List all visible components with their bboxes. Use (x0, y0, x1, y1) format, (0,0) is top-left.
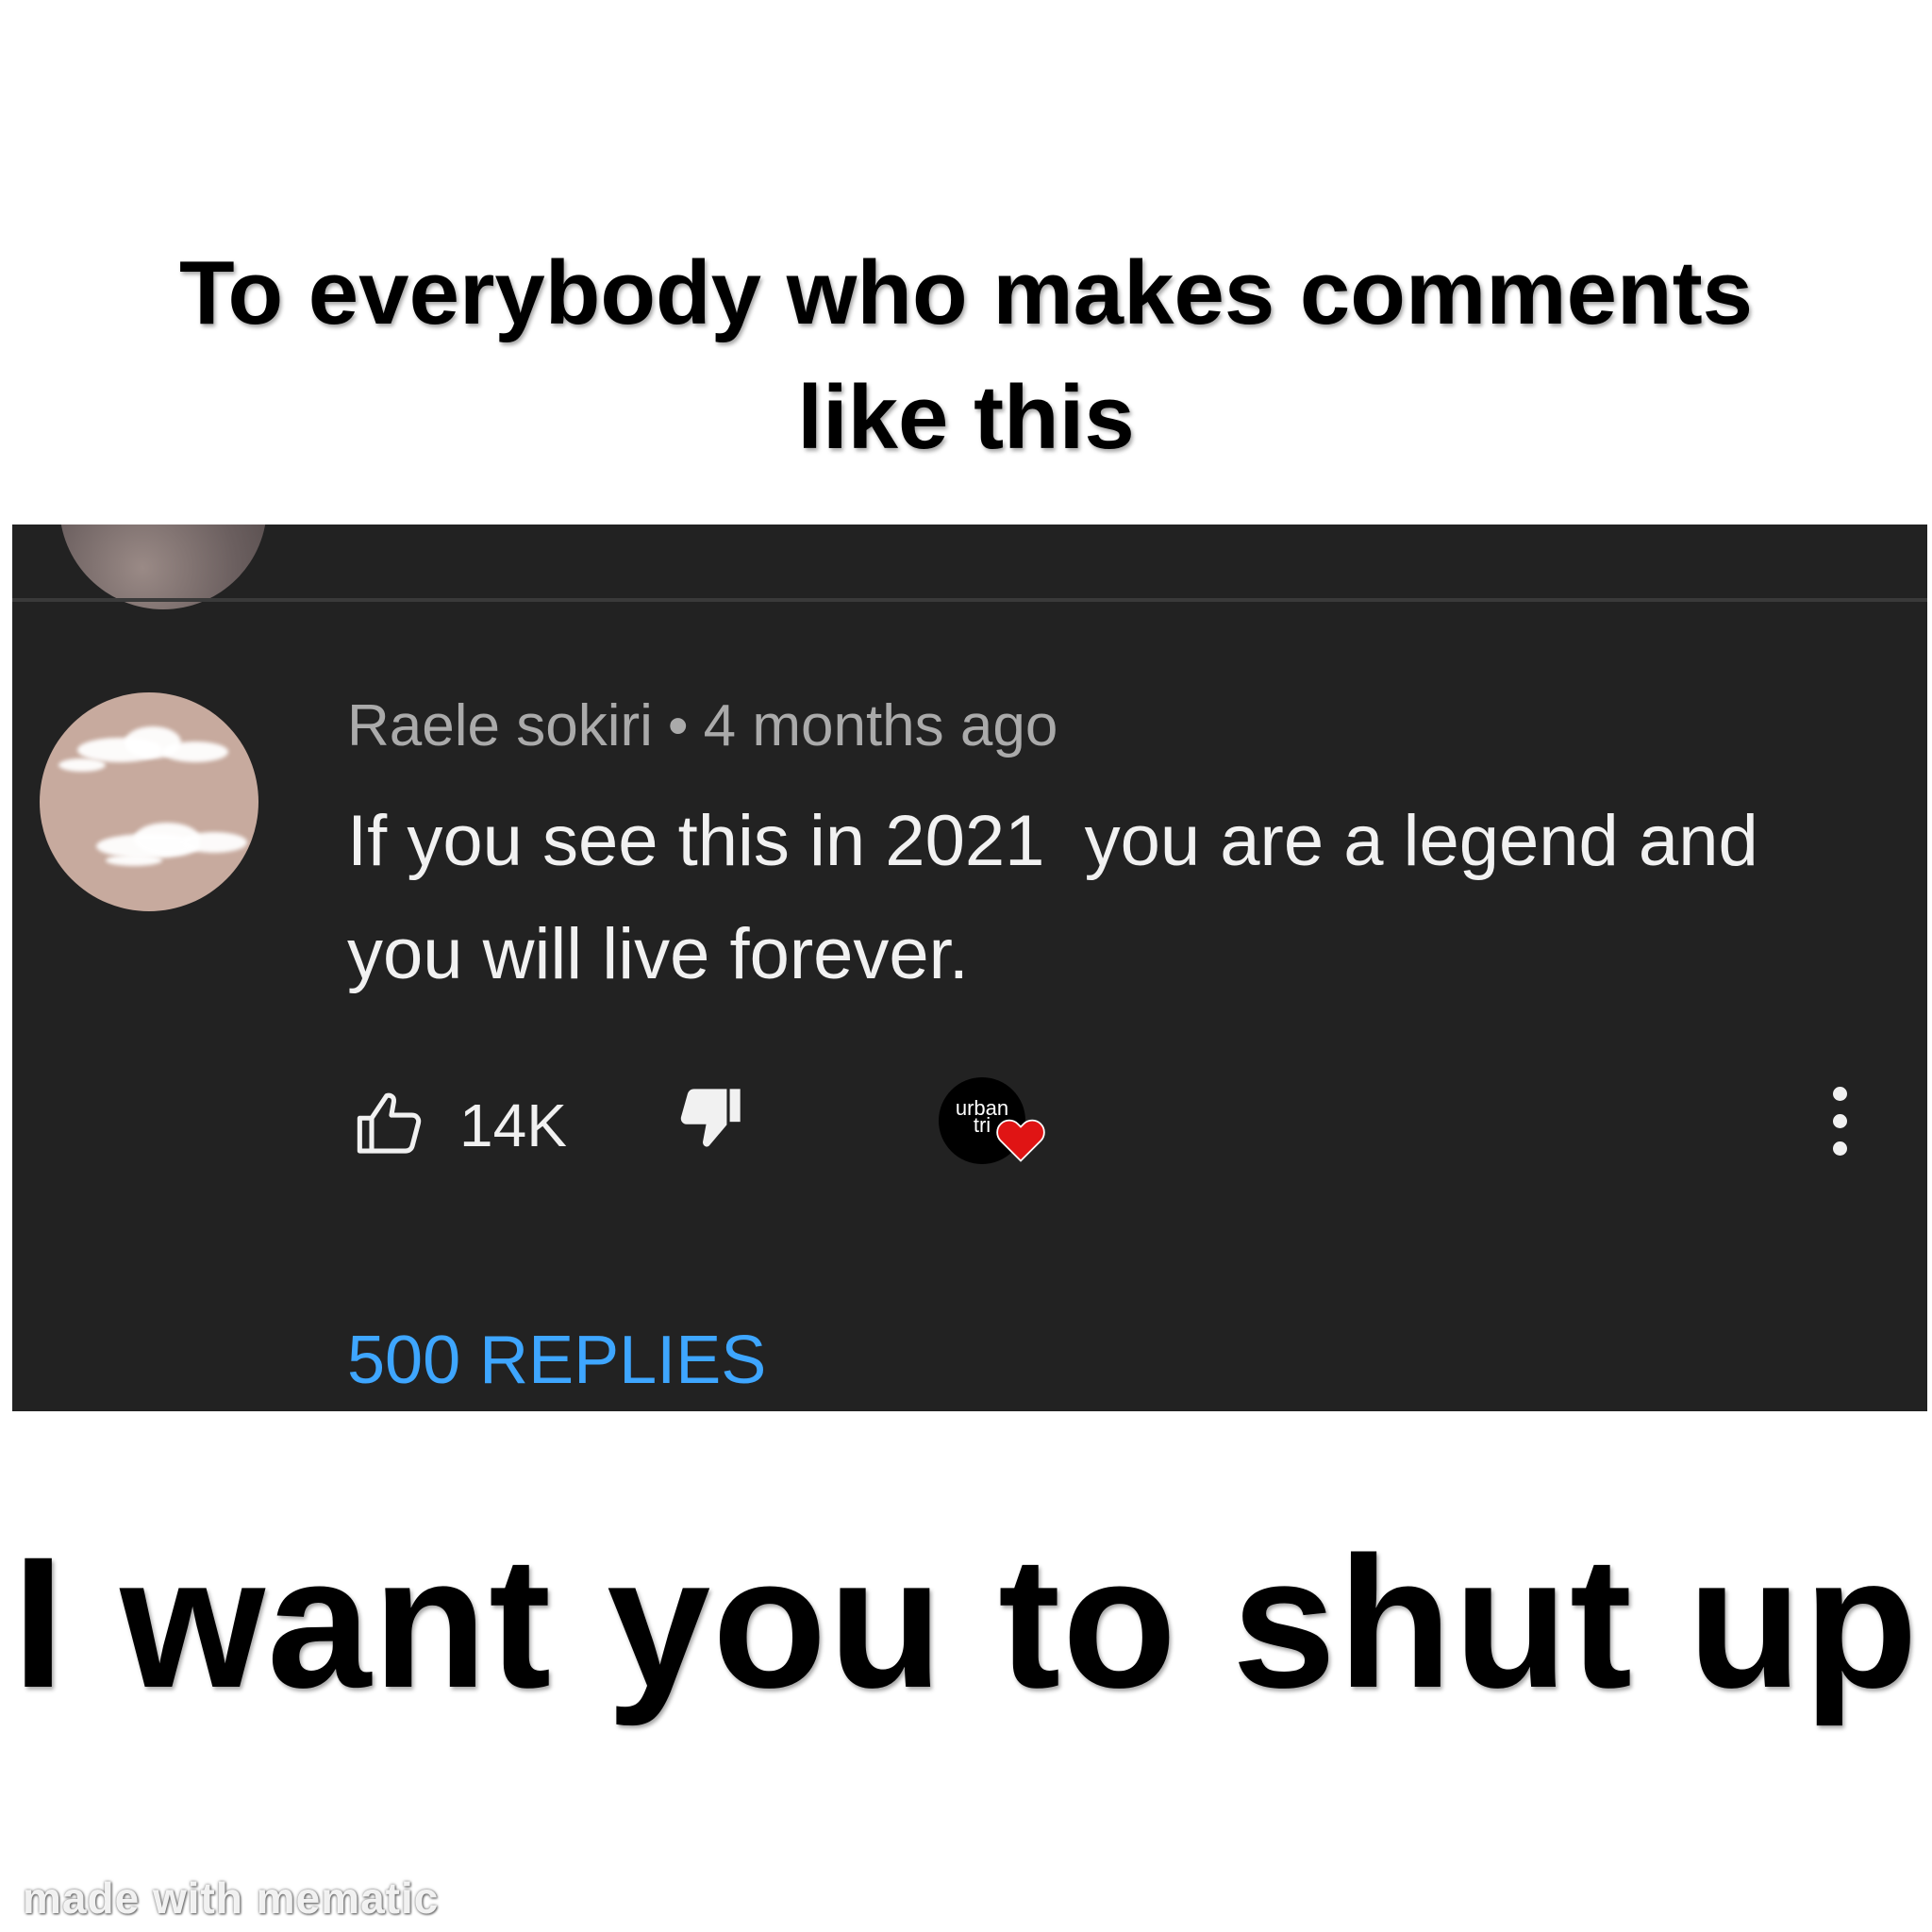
bottom-caption: I want you to shut up (12, 1518, 1920, 1726)
meme-canvas: To everybody who makes comments like thi… (0, 0, 1932, 1932)
meta-separator: • (667, 693, 689, 758)
view-replies-button[interactable]: 500 REPLIES (347, 1322, 766, 1399)
thumbs-down-icon[interactable] (675, 1081, 746, 1157)
comment-screenshot: Raele sokiri • 4 months ago If you see thi… (12, 525, 1927, 1411)
top-caption: To everybody who makes comments like thi… (0, 231, 1932, 480)
top-caption-line-1: To everybody who makes comments (178, 242, 1754, 343)
mematic-watermark: made with mematic (23, 1874, 440, 1923)
author-name[interactable]: Raele sokiri (347, 693, 653, 758)
comment-text: If you see this in 2021 you are a legend… (347, 801, 1758, 994)
previous-comment-avatar[interactable] (59, 525, 267, 609)
like-count: 14K (459, 1091, 567, 1159)
avatar[interactable] (40, 692, 258, 911)
comment-actions: 14K urban tri (354, 1077, 1901, 1172)
heart-icon (996, 1119, 1045, 1162)
more-vertical-icon[interactable] (1821, 1077, 1858, 1168)
comment-timestamp[interactable]: 4 months ago (704, 693, 1058, 758)
top-caption-line-2: like this (797, 367, 1135, 468)
comment-meta: Raele sokiri • 4 months ago (347, 692, 1058, 759)
comment-divider (12, 598, 1927, 602)
thumbs-up-icon[interactable] (354, 1087, 425, 1158)
creator-heart[interactable]: urban tri (939, 1077, 1052, 1181)
